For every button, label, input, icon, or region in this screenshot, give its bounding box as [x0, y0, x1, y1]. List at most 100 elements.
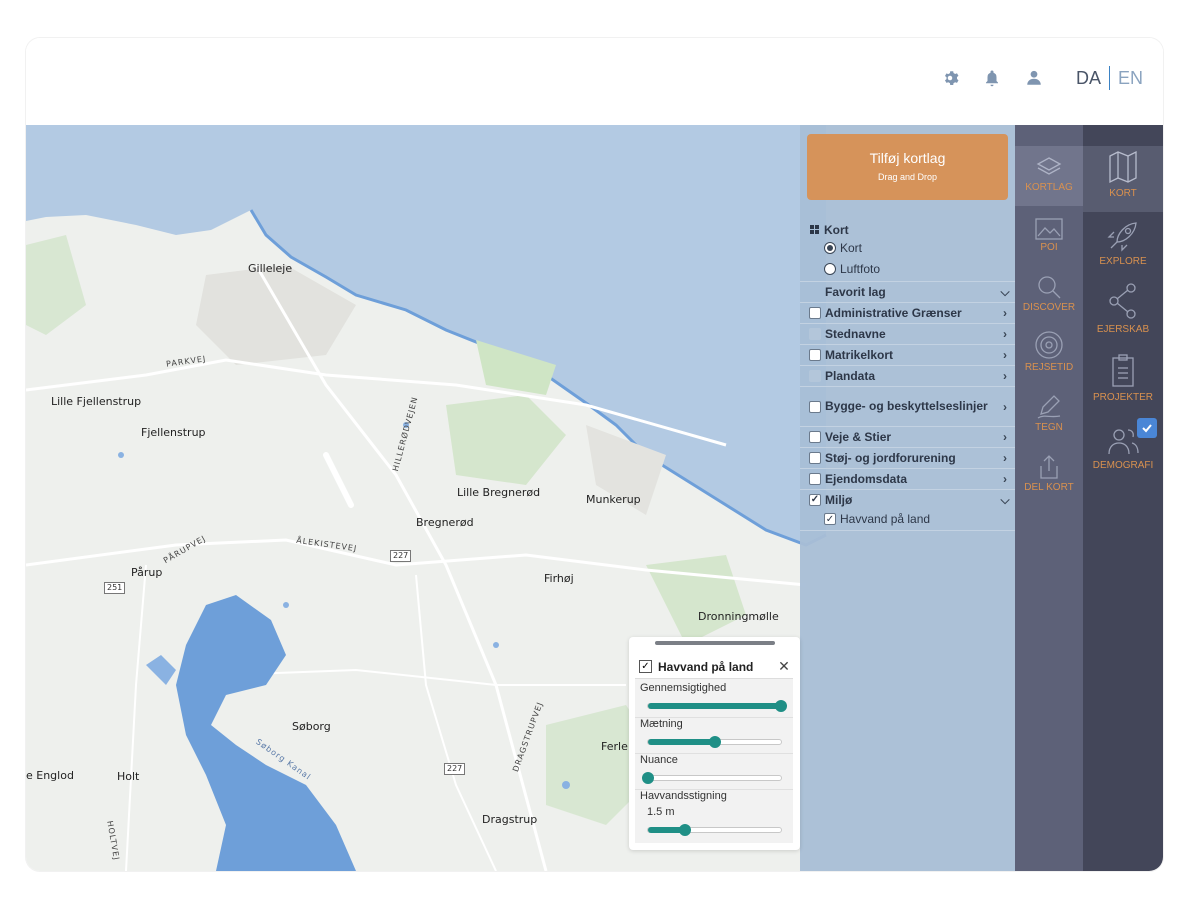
pond — [118, 452, 124, 458]
nav-kort[interactable]: KORT — [1083, 146, 1163, 212]
nav-label: EJERSKAB — [1096, 324, 1150, 335]
slider-label: Gennemsigtighed — [640, 682, 727, 694]
nav-explore[interactable]: EXPLORE — [1083, 214, 1163, 280]
route-shield: 251 — [104, 582, 126, 594]
sea-level-slider[interactable] — [647, 824, 782, 836]
group-checkbox[interactable] — [809, 400, 821, 413]
gear-icon[interactable] — [940, 68, 960, 88]
tool-label: POI — [1040, 242, 1058, 253]
layer-group-stednavne[interactable]: Stednavne › — [800, 323, 1015, 344]
nav-ejerskab[interactable]: EJERSKAB — [1083, 282, 1163, 348]
slider-knob[interactable] — [775, 700, 787, 712]
place-label: e Englod — [26, 769, 74, 782]
share-nodes-icon — [1109, 283, 1136, 319]
nav-label: EXPLORE — [1099, 256, 1147, 267]
chevron-right-icon[interactable]: › — [995, 472, 1015, 486]
sublayer-havvand[interactable]: ✓ Havvand på land — [824, 512, 930, 526]
tool-tegn[interactable]: TEGN — [1015, 386, 1083, 446]
add-layer-button[interactable]: Tilføj kortlag Drag and Drop — [807, 134, 1008, 200]
lang-da[interactable]: DA — [1076, 68, 1101, 89]
basemap-option-kort[interactable]: Kort — [824, 241, 862, 255]
road — [125, 564, 147, 871]
layer-visibility-checkbox[interactable]: ✓ — [639, 660, 652, 673]
people-icon — [1108, 429, 1139, 455]
map-icon — [1109, 150, 1137, 184]
chevron-down-icon[interactable]: ⌵ — [995, 285, 1015, 300]
layer-group-favorit[interactable]: Favorit lag ⌵ — [800, 281, 1015, 302]
saturation-slider[interactable] — [647, 736, 782, 748]
layer-settings-card: ✓ Havvand på land ✕ Gennemsigtighed Mætn… — [629, 637, 800, 850]
group-checkbox[interactable] — [809, 452, 821, 464]
layer-settings-body: ✓ Havvand på land ✕ Gennemsigtighed Mætn… — [635, 655, 793, 843]
layer-group-miljo[interactable]: ✓ Miljø ⌵ — [800, 489, 1015, 510]
checkmark-badge-icon[interactable] — [1137, 418, 1157, 438]
slider-havvandsstigning: Havvandsstigning 1.5 m — [635, 790, 793, 842]
tool-label: REJSETID — [1024, 362, 1074, 373]
group-checkbox[interactable] — [809, 473, 821, 485]
slider-knob[interactable] — [708, 736, 721, 748]
chevron-right-icon[interactable]: › — [995, 348, 1015, 362]
place-label: Firhøj — [544, 572, 574, 585]
chevron-down-icon[interactable]: ⌵ — [995, 493, 1015, 508]
hue-slider[interactable] — [642, 772, 782, 784]
slider-knob[interactable] — [642, 772, 654, 784]
slider-gennemsigtighed: Gennemsigtighed — [635, 682, 793, 718]
user-icon[interactable] — [1024, 68, 1044, 88]
grid-icon — [810, 225, 819, 234]
lang-en[interactable]: EN — [1118, 68, 1143, 89]
forest-patch — [26, 235, 86, 335]
group-label: Bygge- og beskyttelseslinjer — [825, 399, 988, 413]
chevron-right-icon[interactable]: › — [995, 430, 1015, 444]
layer-group-veje[interactable]: Veje & Stier › — [800, 426, 1015, 447]
tool-poi[interactable]: POI — [1015, 206, 1083, 266]
layer-group-bygge[interactable]: Bygge- og beskyttelseslinjer › — [800, 386, 1015, 426]
top-bar: DA EN — [26, 38, 1163, 125]
add-layer-subtitle: Drag and Drop — [877, 172, 938, 182]
main-nav: KORT EXPLORE EJERSKAB PROJEKTER DEMOGRAF… — [1083, 125, 1163, 871]
basemap-option-luftfoto[interactable]: Luftfoto — [824, 262, 880, 276]
group-checkbox[interactable] — [809, 349, 821, 361]
slider-maetning: Mætning — [635, 718, 793, 754]
layer-group-plandata[interactable]: Plandata › — [800, 365, 1015, 386]
rocket-icon — [1107, 222, 1137, 252]
group-checkbox[interactable] — [809, 328, 821, 340]
group-label: Matrikelkort — [825, 347, 894, 362]
opacity-slider[interactable] — [647, 700, 787, 712]
nav-projekter[interactable]: PROJEKTER — [1083, 350, 1163, 416]
tool-rejsetid[interactable]: REJSETID — [1015, 326, 1083, 386]
nav-label: DEMOGRAFI — [1092, 460, 1154, 471]
runway — [323, 452, 354, 508]
slider-fill — [648, 703, 781, 709]
group-label: Miljø — [825, 492, 853, 507]
layer-group-matrikelkort[interactable]: Matrikelkort › — [800, 344, 1015, 365]
chevron-right-icon[interactable]: › — [995, 327, 1015, 341]
radio-luftfoto[interactable] — [824, 263, 836, 275]
app-frame: DA EN Gilleleje Lille Fjellenstrup Fjell… — [26, 38, 1163, 871]
group-checkbox[interactable] — [809, 370, 821, 382]
basemap-heading-label: Kort — [824, 223, 849, 237]
bell-icon[interactable] — [982, 68, 1002, 88]
route-shield: 227 — [390, 550, 412, 562]
group-checkbox[interactable] — [809, 431, 821, 443]
chevron-right-icon[interactable]: › — [995, 451, 1015, 465]
share-upload-icon — [1040, 455, 1058, 479]
chevron-right-icon[interactable]: › — [995, 369, 1015, 383]
chevron-right-icon[interactable]: › — [995, 400, 1015, 414]
layer-group-ejendomsdata[interactable]: Ejendomsdata › — [800, 468, 1015, 489]
chevron-right-icon[interactable]: › — [995, 306, 1015, 320]
group-checkbox-checked[interactable]: ✓ — [809, 494, 821, 506]
lake-soborg — [176, 595, 356, 871]
sublayer-checkbox[interactable]: ✓ — [824, 513, 836, 525]
close-icon[interactable]: ✕ — [775, 658, 793, 675]
tool-del-kort[interactable]: DEL KORT — [1015, 446, 1083, 506]
layer-group-administrative[interactable]: Administrative Grænser › — [800, 302, 1015, 323]
slider-knob[interactable] — [679, 824, 692, 836]
basemap-option-label: Kort — [840, 241, 863, 255]
radio-kort[interactable] — [824, 242, 836, 254]
layer-group-stoj[interactable]: Støj- og jordforurening › — [800, 447, 1015, 468]
drag-handle[interactable] — [655, 641, 775, 645]
tool-kortlag[interactable]: KORTLAG — [1015, 146, 1083, 206]
pond — [562, 781, 570, 789]
group-checkbox[interactable] — [809, 307, 821, 319]
tool-discover[interactable]: DISCOVER — [1015, 266, 1083, 326]
